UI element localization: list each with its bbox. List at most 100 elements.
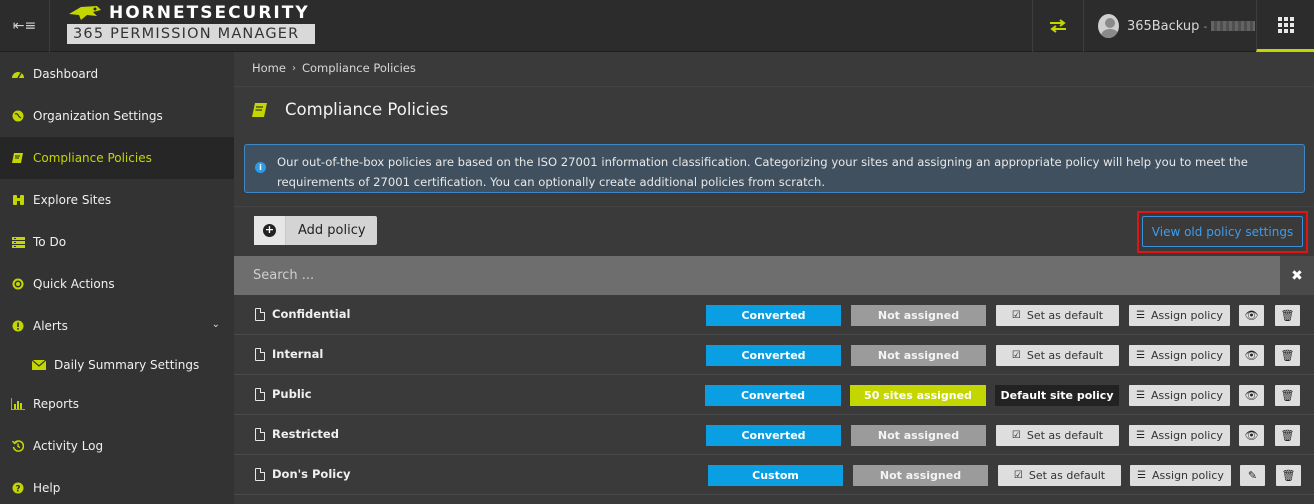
assign-policy-button[interactable]: ☰ Assign policy (1129, 425, 1230, 446)
search-input[interactable] (234, 256, 1280, 295)
menu-collapse-icon: ⇤≡ (12, 18, 37, 34)
policy-row-public[interactable]: Public Converted 50 sites assigned Defau… (234, 375, 1314, 415)
sidebar-item-reports[interactable]: Reports (0, 383, 234, 425)
apps-menu-button[interactable] (1256, 0, 1314, 52)
product-name: 365 PERMISSION MANAGER (67, 24, 315, 44)
set-default-button[interactable]: ☑ Set as default (998, 465, 1121, 486)
assignment-badge: 50 sites assigned (850, 385, 986, 406)
collapse-sidebar-button[interactable]: ⇤≡ (0, 0, 50, 52)
user-menu[interactable]: 365Backup - (1083, 0, 1255, 52)
book-icon (252, 102, 267, 117)
highlight-box: View old policy settings (1137, 211, 1308, 253)
hornet-logo-icon (69, 5, 101, 20)
switch-tenant-button[interactable] (1032, 0, 1082, 52)
page-header: Compliance Policies (234, 86, 1314, 132)
target-icon (11, 277, 25, 291)
alert-icon (11, 319, 25, 333)
document-icon (255, 428, 265, 441)
delete-policy-button[interactable]: 🗑 (1275, 345, 1300, 366)
trash-icon: 🗑 (1280, 389, 1295, 402)
plus-circle-icon: + (263, 223, 276, 237)
bar-chart-icon (11, 397, 25, 411)
policy-row-restricted[interactable]: Restricted Converted Not assigned ☑ Set a… (234, 415, 1314, 455)
policy-row-confidential[interactable]: Confidential Converted Not assigned ☑ Set… (234, 295, 1314, 335)
sidebar-item-label: Quick Actions (33, 277, 115, 291)
check-square-icon: ☑ (1011, 430, 1021, 441)
set-default-label: Set as default (1026, 349, 1104, 362)
brand-name: HORNETSECURITY (109, 2, 310, 23)
list-icon: ☰ (1136, 390, 1146, 401)
clear-search-button[interactable]: ✖ (1280, 256, 1314, 295)
sidebar-item-explore-sites[interactable]: Explore Sites (0, 179, 234, 221)
assign-policy-button[interactable]: ☰ Assign policy (1130, 465, 1231, 486)
delete-policy-button[interactable]: 🗑 (1275, 425, 1300, 446)
sidebar-item-organization-settings[interactable]: Organization Settings (0, 95, 234, 137)
close-icon: ✖ (1291, 267, 1303, 284)
help-icon: ? (11, 481, 25, 495)
sidebar-item-help[interactable]: ? Help (0, 467, 234, 504)
delete-policy-button[interactable]: 🗑 (1275, 305, 1300, 326)
assignment-badge: Not assigned (851, 425, 986, 446)
sidebar-item-label: Activity Log (33, 439, 104, 453)
assign-policy-label: Assign policy (1152, 469, 1224, 482)
pencil-icon: ✎ (1247, 469, 1258, 482)
set-default-button[interactable]: ☑ Set as default (996, 425, 1119, 446)
status-badge: Custom (708, 465, 843, 486)
assign-policy-button[interactable]: ☰ Assign policy (1129, 385, 1230, 406)
avatar (1098, 14, 1119, 38)
assign-policy-button[interactable]: ☰ Assign policy (1129, 305, 1230, 326)
list-icon: ☰ (1136, 430, 1146, 441)
edit-policy-button[interactable]: ✎ (1240, 465, 1265, 486)
dashboard-icon (11, 67, 25, 81)
add-policy-button[interactable]: + Add policy (254, 216, 377, 245)
view-policy-button[interactable]: 👁 (1239, 425, 1264, 446)
policy-toolbar: + Add policy View old policy settings (234, 206, 1314, 256)
list-icon (11, 235, 25, 249)
breadcrumb-home-link[interactable]: Home (252, 61, 286, 75)
document-icon (255, 468, 265, 481)
sidebar-item-activity-log[interactable]: Activity Log (0, 425, 234, 467)
policy-row-internal[interactable]: Internal Converted Not assigned ☑ Set as … (234, 335, 1314, 375)
policy-name: Restricted (272, 427, 339, 441)
sidebar-item-daily-summary-settings[interactable]: Daily Summary Settings (0, 344, 234, 386)
policy-row-dons-policy[interactable]: Don's Policy Custom Not assigned ☑ Set as… (234, 455, 1314, 495)
default-policy-badge: Default site policy (995, 385, 1119, 406)
delete-policy-button[interactable]: 🗑 (1276, 465, 1301, 486)
delete-policy-button[interactable]: 🗑 (1275, 385, 1300, 406)
eye-icon: 👁 (1244, 429, 1259, 442)
sidebar-item-label: Reports (33, 397, 80, 411)
info-text-line-1: Our out-of-the-box policies are based on… (277, 155, 1248, 169)
view-policy-button[interactable]: 👁 (1239, 345, 1264, 366)
sidebar-item-dashboard[interactable]: Dashboard (0, 53, 234, 95)
sidebar-item-to-do[interactable]: To Do (0, 221, 234, 263)
eye-icon: 👁 (1244, 389, 1259, 402)
info-alert: i Our out-of-the-box policies are based … (244, 144, 1305, 193)
policy-name: Internal (272, 347, 324, 361)
redacted-tenant (1211, 21, 1255, 31)
assignment-badge: Not assigned (851, 345, 986, 366)
status-badge: Converted (706, 425, 841, 446)
sidebar-item-alerts[interactable]: Alerts ⌄ (0, 305, 234, 347)
set-default-button[interactable]: ☑ Set as default (996, 345, 1119, 366)
history-icon (11, 439, 25, 453)
policy-name: Public (272, 387, 312, 401)
sidebar-item-label: Compliance Policies (33, 151, 152, 165)
sidebar-item-compliance-policies[interactable]: Compliance Policies (0, 137, 234, 179)
add-policy-label: Add policy (298, 223, 366, 238)
list-icon: ☰ (1136, 310, 1146, 321)
svg-text:?: ? (15, 485, 20, 495)
check-square-icon: ☑ (1011, 310, 1021, 321)
page-title: Compliance Policies (285, 100, 449, 119)
view-policy-button[interactable]: 👁 (1239, 305, 1264, 326)
main-content: Home › Compliance Policies Compliance Po… (234, 52, 1314, 504)
view-old-policy-settings-button[interactable]: View old policy settings (1142, 216, 1303, 247)
sidebar-item-quick-actions[interactable]: Quick Actions (0, 263, 234, 305)
sidebar: Dashboard Organization Settings Complian… (0, 52, 234, 504)
assignment-badge: Not assigned (851, 305, 986, 326)
chevron-right-icon: › (291, 62, 296, 74)
assign-policy-button[interactable]: ☰ Assign policy (1129, 345, 1230, 366)
set-default-button[interactable]: ☑ Set as default (996, 305, 1119, 326)
view-policy-button[interactable]: 👁 (1239, 385, 1264, 406)
grid-icon (1277, 16, 1294, 33)
binoculars-icon (11, 193, 25, 207)
